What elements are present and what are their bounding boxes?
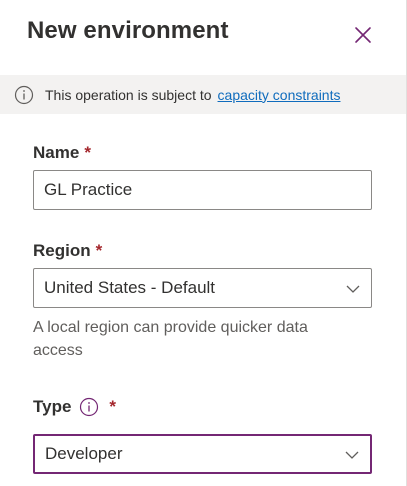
- region-dropdown[interactable]: United States - Default: [33, 268, 372, 308]
- region-selected-value: United States - Default: [44, 278, 216, 297]
- chevron-down-icon: [346, 285, 360, 293]
- close-button[interactable]: [352, 24, 374, 46]
- region-required-mark: *: [95, 241, 103, 260]
- new-environment-panel: New environment This operation is subjec…: [0, 0, 407, 486]
- type-dropdown[interactable]: Developer: [33, 434, 372, 474]
- close-icon: [355, 27, 371, 43]
- name-label-text: Name: [33, 143, 80, 162]
- chevron-down-icon: [345, 451, 359, 459]
- type-required-mark: *: [109, 397, 117, 416]
- capacity-constraints-link[interactable]: capacity constraints: [218, 87, 341, 103]
- type-label-text: Type: [33, 397, 72, 416]
- region-help-text: A local region can provide quicker data …: [33, 319, 308, 359]
- notice-message: This operation is subject to: [45, 86, 212, 103]
- capacity-notice-bar: This operation is subject to capacity co…: [0, 75, 406, 114]
- region-label: Region *: [33, 241, 102, 261]
- info-icon[interactable]: [79, 397, 99, 417]
- name-input[interactable]: [44, 180, 371, 200]
- type-selected-value: Developer: [45, 444, 123, 463]
- region-label-text: Region: [33, 241, 91, 260]
- name-required-mark: *: [84, 143, 91, 162]
- type-label: Type *: [33, 397, 116, 417]
- info-icon: [14, 85, 34, 104]
- name-field[interactable]: [33, 170, 372, 210]
- panel-title: New environment: [27, 17, 229, 44]
- name-label: Name *: [33, 143, 91, 163]
